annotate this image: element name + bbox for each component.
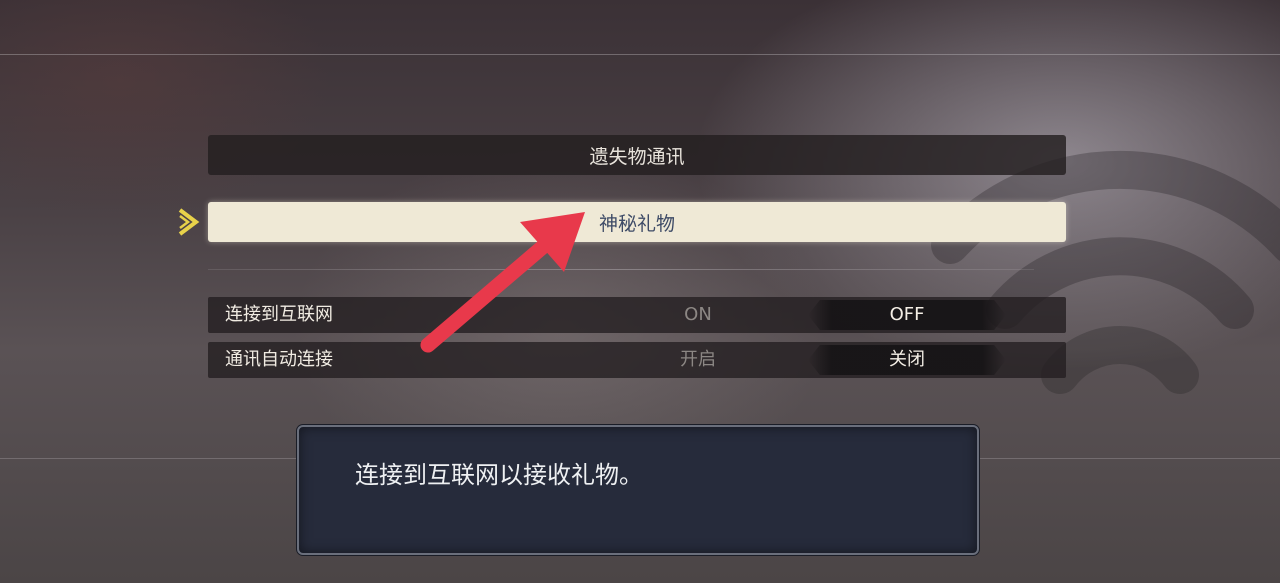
internet-connection-label: 连接到互联网	[225, 304, 333, 325]
internet-on-option[interactable]: ON	[648, 297, 748, 333]
auto-connect-label: 通讯自动连接	[225, 349, 333, 370]
lost-items-button[interactable]: 遗失物通讯	[208, 135, 1066, 175]
help-message-text: 连接到互联网以接收礼物。	[355, 461, 643, 489]
game-screen: 遗失物通讯 神秘礼物 连接到互联网 ON OFF 通讯自动连接 开启 关闭 连接…	[0, 0, 1280, 583]
mystery-gift-button[interactable]: 神秘礼物	[208, 202, 1066, 242]
auto-connect-off-option[interactable]: 关闭	[808, 342, 1006, 378]
top-divider	[0, 54, 1280, 55]
lost-items-label: 遗失物通讯	[589, 145, 685, 168]
internet-connection-row: 连接到互联网 ON OFF	[208, 297, 1066, 333]
help-message-box: 连接到互联网以接收礼物。	[297, 425, 979, 555]
internet-off-option[interactable]: OFF	[808, 297, 1006, 333]
mystery-gift-label: 神秘礼物	[598, 212, 675, 235]
auto-connect-row: 通讯自动连接 开启 关闭	[208, 342, 1066, 378]
chevron-right-icon	[178, 208, 200, 236]
section-divider	[208, 269, 1034, 270]
auto-connect-on-option[interactable]: 开启	[648, 342, 748, 378]
